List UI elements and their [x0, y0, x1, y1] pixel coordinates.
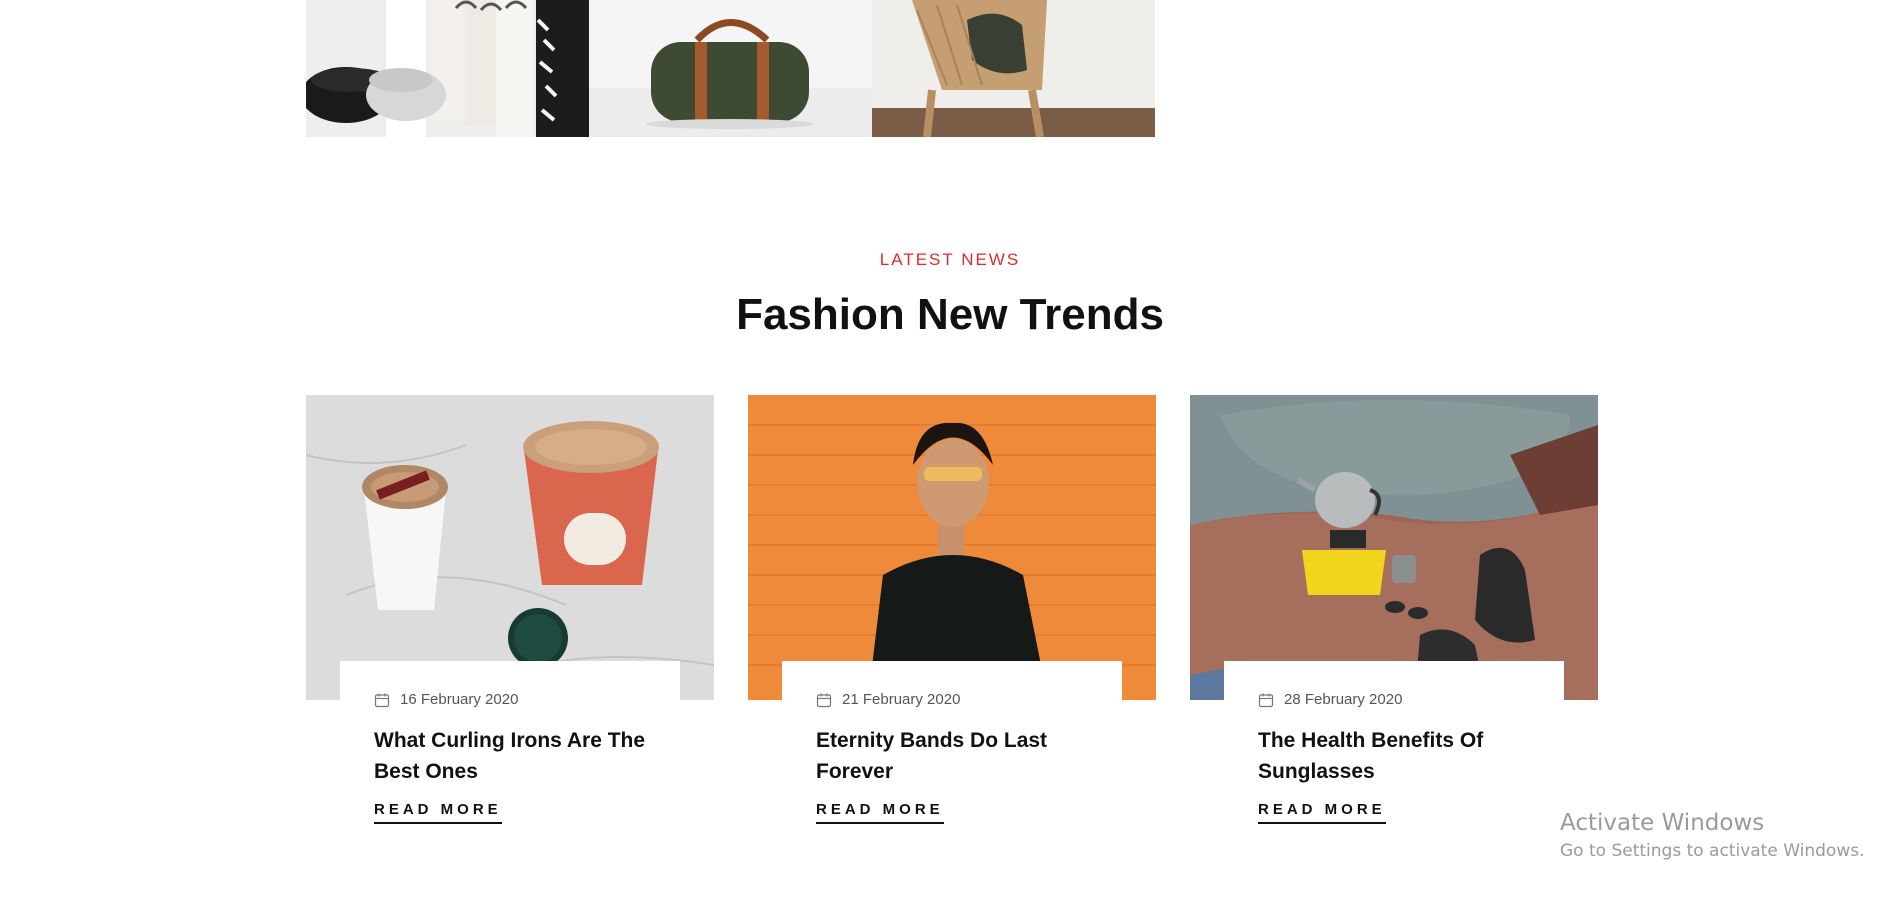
section-title: Fashion New Trends [736, 290, 1164, 339]
post-meta: 28 February 2020 [1258, 691, 1402, 708]
post-title[interactable]: Eternity Bands Do Last Forever [816, 725, 1096, 787]
calendar-icon [374, 693, 390, 707]
blog-image-camping-teapot[interactable] [1190, 395, 1598, 700]
blog-card: 21 February 2020 Eternity Bands Do Last … [748, 395, 1156, 836]
watermark-title: Activate Windows [1560, 810, 1765, 836]
blog-image-man-orange-wall[interactable] [748, 395, 1156, 700]
gallery-image-duffel-bag[interactable] [589, 0, 872, 137]
post-date: 16 February 2020 [400, 691, 519, 708]
page: LATEST NEWS Fashion New Trends 16 Februa… [0, 0, 1891, 906]
instagram-gallery [306, 0, 1155, 137]
read-more-link[interactable]: READ MORE [816, 801, 944, 824]
blog-card-info: 16 February 2020 What Curling Irons Are … [340, 661, 680, 836]
blog-card-info: 21 February 2020 Eternity Bands Do Last … [782, 661, 1122, 836]
activate-windows-watermark: Activate Windows Go to Settings to activ… [1560, 808, 1865, 864]
gallery-image-wicker-chair[interactable] [872, 0, 1155, 137]
blog-card-info: 28 February 2020 The Health Benefits Of … [1224, 661, 1564, 836]
blog-card: 28 February 2020 The Health Benefits Of … [1190, 395, 1598, 836]
blog-image-coffee-cups[interactable] [306, 395, 714, 700]
post-title[interactable]: The Health Benefits Of Sunglasses [1258, 725, 1538, 787]
watermark-subtitle: Go to Settings to activate Windows. [1560, 841, 1865, 861]
post-date: 21 February 2020 [842, 691, 961, 708]
blog-card: 16 February 2020 What Curling Irons Are … [306, 395, 714, 836]
read-more-link[interactable]: READ MORE [1258, 801, 1386, 824]
section-eyebrow: LATEST NEWS [879, 250, 1021, 269]
calendar-icon [1258, 693, 1274, 707]
calendar-icon [816, 693, 832, 707]
post-meta: 16 February 2020 [374, 691, 518, 708]
read-more-link[interactable]: READ MORE [374, 801, 502, 824]
post-title[interactable]: What Curling Irons Are The Best Ones [374, 725, 654, 787]
gallery-image-clothes-rack[interactable] [306, 0, 589, 137]
post-meta: 21 February 2020 [816, 691, 960, 708]
post-date: 28 February 2020 [1284, 691, 1403, 708]
